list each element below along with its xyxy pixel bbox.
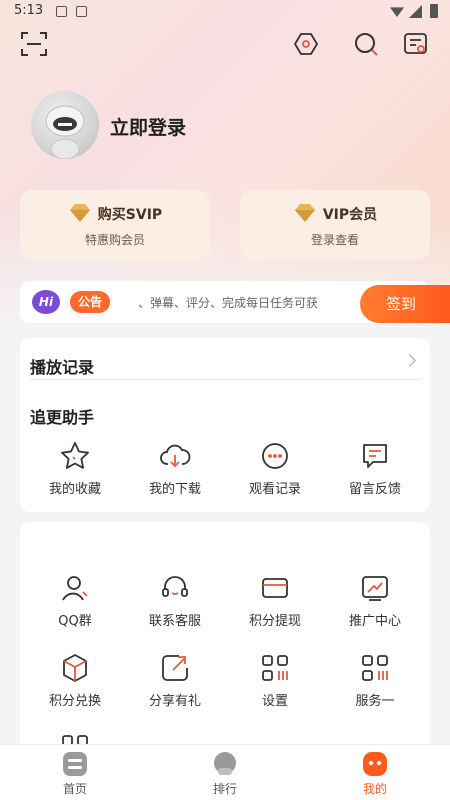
wifi-icon [390, 7, 404, 17]
vip-title-text: VIP会员 [322, 207, 378, 223]
grid-icon [362, 655, 388, 681]
points-withdraw-button[interactable]: 积分提现 [225, 572, 325, 629]
diamond-icon [69, 204, 90, 222]
svip-title: 购买SVIP [20, 203, 210, 224]
watch-history-button[interactable]: 观看记录 [225, 440, 325, 497]
feedback-label: 留言反馈 [348, 482, 401, 497]
svip-card[interactable]: 购买SVIP 特惠购会员 [20, 190, 210, 260]
mine-icon [363, 752, 387, 776]
feedback-button[interactable]: 留言反馈 [325, 440, 425, 497]
share-gift-label: 分享有礼 [148, 694, 201, 709]
play-history-row[interactable]: 播放记录 [30, 346, 420, 380]
assistant-title: 追更助手 [30, 408, 95, 427]
service-one-button[interactable]: 服务一 [325, 652, 425, 709]
card-icon [262, 578, 288, 598]
points-withdraw-label: 积分提现 [248, 614, 301, 629]
avatar[interactable] [31, 91, 99, 159]
notice-tag: 公告 [70, 291, 111, 313]
svip-title-text: 购买SVIP [97, 207, 163, 223]
downloads-button[interactable]: 我的下载 [125, 440, 225, 497]
customer-service-button[interactable]: 联系客服 [125, 572, 225, 629]
notice-text: 、弹幕、评分、完成每日任务可获 [138, 296, 319, 310]
cube-icon [63, 654, 87, 682]
skin-icon[interactable] [292, 30, 320, 58]
promotion-center-label: 推广中心 [348, 614, 401, 629]
settings-label: 设置 [261, 694, 288, 709]
vip-subtitle: 登录查看 [310, 233, 359, 247]
grid-icon [262, 655, 288, 681]
vip-card[interactable]: VIP会员 登录查看 [240, 190, 430, 260]
assistant-card: 播放记录 追更助手 我的收藏 我的下载 观看记录 留言反馈 [20, 338, 430, 512]
signal-icon [409, 5, 422, 18]
downloads-label: 我的下载 [148, 482, 201, 497]
diamond-icon [294, 204, 315, 222]
nav-mine-label: 我的 [362, 782, 387, 796]
share-gift-button[interactable]: 分享有礼 [125, 652, 225, 709]
headset-icon [162, 576, 188, 597]
vip-title: VIP会员 [240, 203, 430, 224]
rank-icon [214, 752, 236, 775]
nav-mine[interactable]: 我的 [325, 751, 425, 797]
message-icon[interactable] [402, 30, 430, 58]
chat-dots-icon [262, 443, 288, 469]
search-icon[interactable] [352, 30, 380, 58]
cloud-download-icon [160, 444, 191, 468]
settings-button[interactable]: 设置 [225, 652, 325, 709]
home-icon [63, 752, 87, 776]
promotion-center-button[interactable]: 推广中心 [325, 572, 425, 629]
services-card: QQ群 联系客服 积分提现 推广中心 积分兑换 分享有礼 设置 服务一 [20, 522, 430, 752]
nav-home[interactable]: 首页 [25, 751, 125, 797]
points-exchange-label: 积分兑换 [48, 694, 101, 709]
signin-button[interactable]: 签到 [360, 285, 450, 323]
user-icon [62, 576, 88, 601]
hi-badge: Hi [32, 290, 60, 314]
points-exchange-button[interactable]: 积分兑换 [25, 652, 125, 709]
watch-history-label: 观看记录 [248, 482, 301, 497]
play-history-title: 播放记录 [30, 358, 95, 377]
gallery-notification-icon [56, 6, 67, 17]
qq-group-label: QQ群 [58, 614, 92, 629]
login-link[interactable]: 立即登录 [110, 113, 186, 140]
nav-home-label: 首页 [62, 782, 87, 796]
qq-group-button[interactable]: QQ群 [25, 572, 125, 629]
status-time: 5:13 [14, 3, 44, 18]
svip-subtitle: 特惠购会员 [84, 233, 145, 247]
nav-rank[interactable]: 排行 [175, 751, 275, 797]
trend-icon [362, 576, 388, 601]
chevron-right-icon [403, 354, 416, 367]
scan-icon[interactable] [20, 30, 48, 58]
customer-service-label: 联系客服 [148, 614, 201, 629]
feedback-icon [363, 444, 387, 468]
battery-icon [430, 4, 438, 18]
service-one-label: 服务一 [355, 694, 395, 709]
favorites-label: 我的收藏 [48, 482, 101, 497]
status-bar: 5:13 [0, 0, 450, 24]
nav-rank-label: 排行 [212, 782, 237, 796]
favorites-button[interactable]: 我的收藏 [25, 440, 125, 497]
star-icon [61, 442, 89, 469]
share-icon [162, 655, 188, 681]
app-notification-icon [76, 6, 87, 17]
bottom-nav: 首页 排行 我的 [0, 744, 450, 800]
